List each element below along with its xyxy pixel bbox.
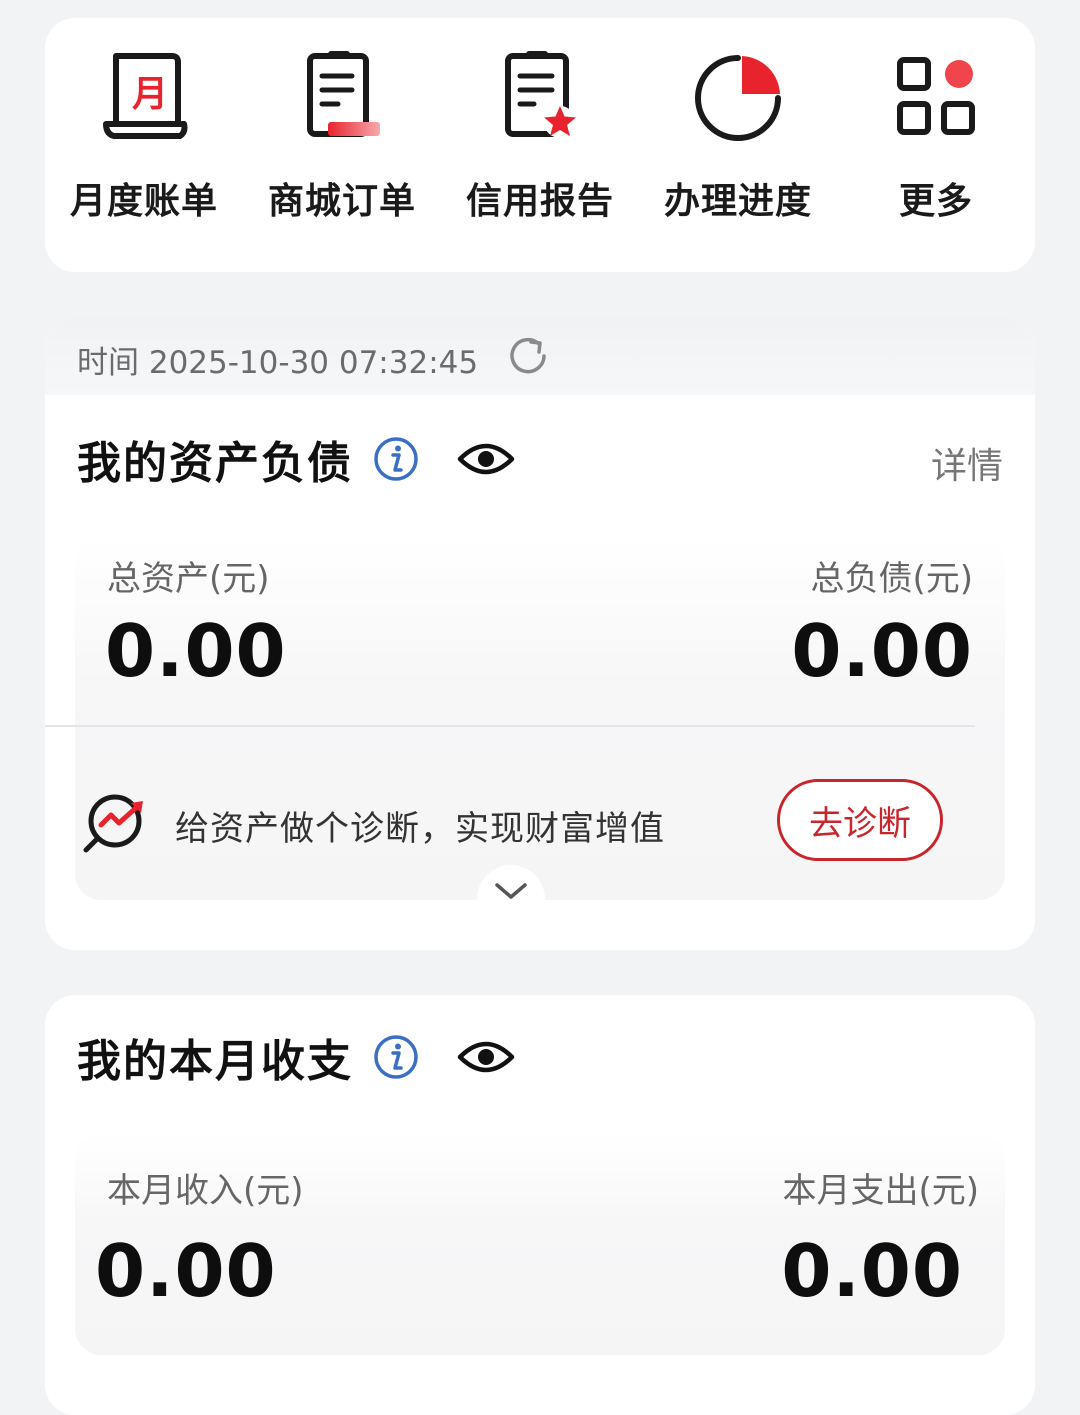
monthly-income-expense-card: 我的本月收支 本月收入(元) 0.00 本月支出(元) 0.00 <box>45 995 1035 1415</box>
income-title: 我的本月收支 <box>77 1036 353 1087</box>
refresh-icon[interactable] <box>507 335 549 377</box>
monthly-icon-char: 月 <box>132 74 168 115</box>
quick-action-label: 办理进度 <box>663 181 812 222</box>
income-summary-box: 本月收入(元) 0.00 本月支出(元) 0.00 <box>75 1133 1005 1355</box>
quick-action-credit-report[interactable]: 信用报告 <box>441 48 639 248</box>
quick-actions-card: 月 月度账单 商城订单 信用报告 办理进度 更多 <box>45 18 1035 272</box>
assets-header: 我的资产负债 <box>77 429 515 489</box>
assets-liabilities-card: 时间 2025-10-30 07:32:45 我的资产负债 详情 总资产(元) … <box>45 317 1035 950</box>
quick-action-more[interactable]: 更多 <box>837 48 1035 248</box>
total-assets-value: 0.00 <box>105 609 287 693</box>
time-strip: 时间 2025-10-30 07:32:45 <box>45 317 1035 395</box>
assets-title: 我的资产负债 <box>77 438 353 489</box>
update-time: 时间 2025-10-30 07:32:45 <box>77 345 479 381</box>
divider <box>45 725 975 727</box>
total-assets-label: 总资产(元) <box>107 559 270 599</box>
monthly-expense-value: 0.00 <box>781 1229 963 1313</box>
quick-action-label: 商城订单 <box>267 181 416 222</box>
info-icon[interactable] <box>373 436 419 482</box>
diagnose-button[interactable]: 去诊断 <box>777 779 943 861</box>
monthly-income-label: 本月收入(元) <box>107 1171 304 1211</box>
eye-icon[interactable] <box>457 1037 515 1077</box>
info-icon[interactable] <box>373 1034 419 1080</box>
detail-link[interactable]: 详情 <box>931 437 1003 489</box>
progress-pie-icon <box>695 55 781 141</box>
quick-action-monthly-bill[interactable]: 月 月度账单 <box>45 48 243 248</box>
mall-order-icon <box>307 51 380 137</box>
total-debt-value: 0.00 <box>791 609 973 693</box>
quick-action-label: 月度账单 <box>69 181 218 222</box>
diagnosis-icon <box>83 794 143 853</box>
quick-action-label: 信用报告 <box>465 181 614 222</box>
expand-button[interactable] <box>477 865 545 905</box>
quick-action-label: 更多 <box>898 181 973 222</box>
eye-icon[interactable] <box>457 439 515 479</box>
quick-action-progress[interactable]: 办理进度 <box>639 48 837 248</box>
monthly-expense-label: 本月支出(元) <box>782 1171 979 1211</box>
credit-report-icon <box>505 51 576 138</box>
quick-action-mall-order[interactable]: 商城订单 <box>243 48 441 248</box>
diagnosis-prompt: 给资产做个诊断，实现财富增值 <box>175 809 665 849</box>
more-grid-icon <box>897 57 975 135</box>
income-header: 我的本月收支 <box>77 1027 515 1087</box>
chevron-down-icon <box>495 883 527 899</box>
monthly-income-value: 0.00 <box>95 1229 277 1313</box>
total-debt-label: 总负债(元) <box>810 559 973 599</box>
monthly-bill-icon: 月 <box>103 53 188 139</box>
